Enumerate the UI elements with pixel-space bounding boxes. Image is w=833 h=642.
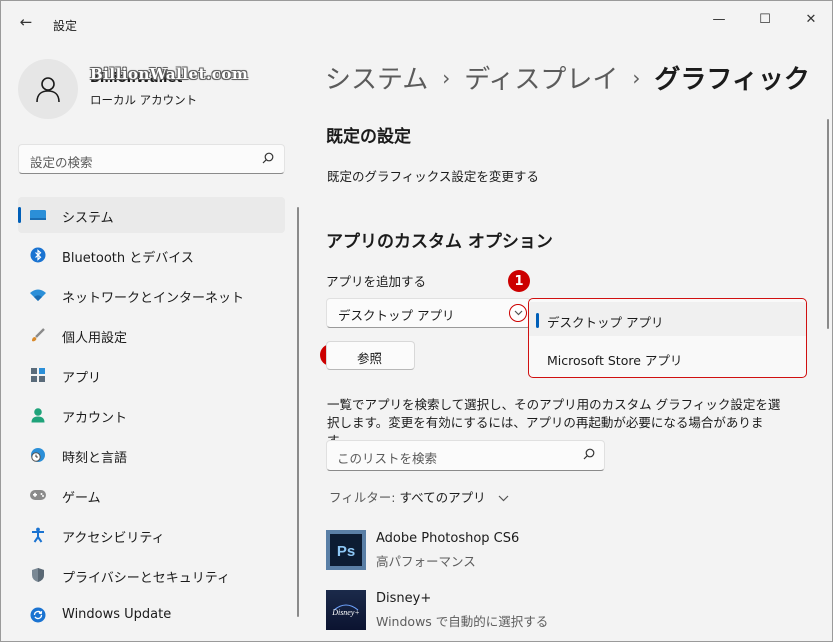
main-scrollbar[interactable]	[827, 119, 829, 329]
dropdown-option-desktop[interactable]: デスクトップ アプリ	[529, 302, 806, 336]
default-settings-heading: 既定の設定	[326, 127, 411, 147]
sidebar-item-label: 個人用設定	[62, 331, 128, 346]
back-arrow-icon[interactable]: ←	[13, 11, 39, 33]
account-type: ローカル アカウント	[90, 93, 198, 107]
globe-clock-icon	[28, 446, 48, 464]
filter-value: すべてのアプリ	[399, 490, 486, 505]
apps-icon	[28, 366, 48, 384]
system-icon	[28, 206, 48, 224]
filter-dropdown[interactable]: フィルター: すべてのアプリ	[329, 487, 509, 506]
selected-indicator	[536, 313, 539, 328]
window-title: 設定	[53, 19, 78, 33]
sidebar-item-label: Bluetooth とデバイス	[62, 251, 194, 266]
dropdown-option-label: デスクトップ アプリ	[547, 315, 664, 330]
app-name: Adobe Photoshop CS6	[376, 531, 520, 546]
chevron-down-icon	[498, 492, 509, 505]
search-icon	[262, 152, 274, 167]
app-name: Disney+	[376, 591, 432, 606]
breadcrumb-display[interactable]: ディスプレイ	[464, 65, 618, 95]
settings-search-input[interactable]: 設定の検索	[18, 144, 285, 174]
browse-button[interactable]: 参照	[326, 341, 415, 370]
disney-plus-icon: Disney+	[326, 590, 366, 630]
add-app-label: アプリを追加する	[326, 274, 427, 289]
maximize-button[interactable]: ☐	[742, 1, 788, 37]
default-graphics-settings-link[interactable]: 既定のグラフィックス設定を変更する	[327, 166, 539, 185]
app-graphics-preference: Windows で自動的に選択する	[376, 614, 549, 629]
breadcrumb: システム › ディスプレイ › グラフィック	[325, 59, 810, 96]
page-title: グラフィック	[654, 65, 810, 95]
sidebar-item-network[interactable]: ネットワークとインターネット	[18, 277, 285, 313]
title-bar: ← 設定 — ☐ ✕	[1, 1, 832, 41]
breadcrumb-separator: ›	[442, 66, 451, 90]
sidebar-item-label: プライバシーとセキュリティ	[62, 571, 230, 586]
minimize-button[interactable]: —	[696, 1, 742, 37]
sidebar-item-gaming[interactable]: ゲーム	[18, 477, 285, 513]
sidebar-item-privacy[interactable]: プライバシーとセキュリティ	[18, 557, 285, 593]
sidebar-item-label: Windows Update	[62, 607, 172, 622]
app-type-dropdown: デスクトップ アプリ Microsoft Store アプリ	[528, 298, 807, 378]
breadcrumb-system[interactable]: システム	[325, 65, 428, 95]
search-placeholder: 設定の検索	[30, 155, 93, 170]
app-list-search-input[interactable]: このリストを検索	[326, 440, 605, 471]
network-icon	[28, 286, 48, 304]
settings-window: ← 設定 — ☐ ✕ BillionWallet BillionWallet.c…	[0, 0, 833, 642]
photoshop-icon-text: Ps	[337, 543, 355, 560]
close-button[interactable]: ✕	[788, 1, 832, 37]
search-icon	[583, 448, 595, 463]
dropdown-option-store[interactable]: Microsoft Store アプリ	[529, 340, 806, 374]
app-graphics-preference: 高パフォーマンス	[376, 554, 476, 569]
brush-icon	[28, 326, 48, 344]
custom-options-heading: アプリのカスタム オプション	[326, 232, 553, 252]
sidebar-item-time-language[interactable]: 時刻と言語	[18, 437, 285, 473]
sidebar-item-accounts[interactable]: アカウント	[18, 397, 285, 433]
watermark: BillionWallet.com	[90, 65, 249, 83]
browse-button-label: 参照	[357, 351, 383, 366]
sidebar-scrollbar[interactable]	[297, 207, 299, 617]
sidebar-item-personalization[interactable]: 個人用設定	[18, 317, 285, 353]
sidebar-item-label: アクセシビリティ	[62, 531, 165, 546]
sidebar-item-windows-update[interactable]: Windows Update	[18, 597, 285, 633]
sidebar-item-label: システム	[62, 211, 114, 226]
bluetooth-icon	[28, 246, 48, 264]
sidebar-item-bluetooth[interactable]: Bluetooth とデバイス	[18, 237, 285, 273]
filter-label: フィルター:	[329, 490, 396, 505]
sidebar-item-label: アカウント	[62, 411, 128, 426]
account-icon	[28, 406, 48, 424]
user-icon	[36, 77, 60, 103]
app-type-value: デスクトップ アプリ	[338, 308, 455, 323]
sidebar-item-label: アプリ	[62, 371, 102, 386]
photoshop-icon: Ps	[326, 530, 366, 570]
app-list-item[interactable]: Disney+ Disney+ Windows で自動的に選択する	[326, 590, 806, 638]
sidebar-item-system[interactable]: システム	[18, 197, 285, 233]
gamepad-icon	[28, 486, 48, 504]
breadcrumb-separator: ›	[632, 66, 641, 90]
sidebar-item-apps[interactable]: アプリ	[18, 357, 285, 393]
dropdown-option-label: Microsoft Store アプリ	[547, 353, 683, 368]
sidebar-item-label: ネットワークとインターネット	[62, 291, 245, 306]
sidebar-item-label: 時刻と言語	[62, 451, 128, 466]
disney-icon-text: Disney+	[331, 608, 360, 617]
search-placeholder: このリストを検索	[337, 451, 438, 466]
chevron-down-icon[interactable]	[509, 304, 527, 322]
annotation-badge-1: 1	[508, 270, 530, 292]
avatar[interactable]	[18, 59, 78, 119]
sidebar-item-accessibility[interactable]: アクセシビリティ	[18, 517, 285, 553]
sidebar-item-label: ゲーム	[62, 491, 101, 506]
accessibility-icon	[28, 526, 48, 544]
shield-icon	[28, 566, 48, 584]
app-type-select[interactable]: デスクトップ アプリ	[326, 298, 531, 328]
active-indicator	[18, 207, 21, 223]
app-list-item[interactable]: Ps Adobe Photoshop CS6 高パフォーマンス	[326, 530, 806, 578]
windows-update-icon	[28, 606, 48, 624]
